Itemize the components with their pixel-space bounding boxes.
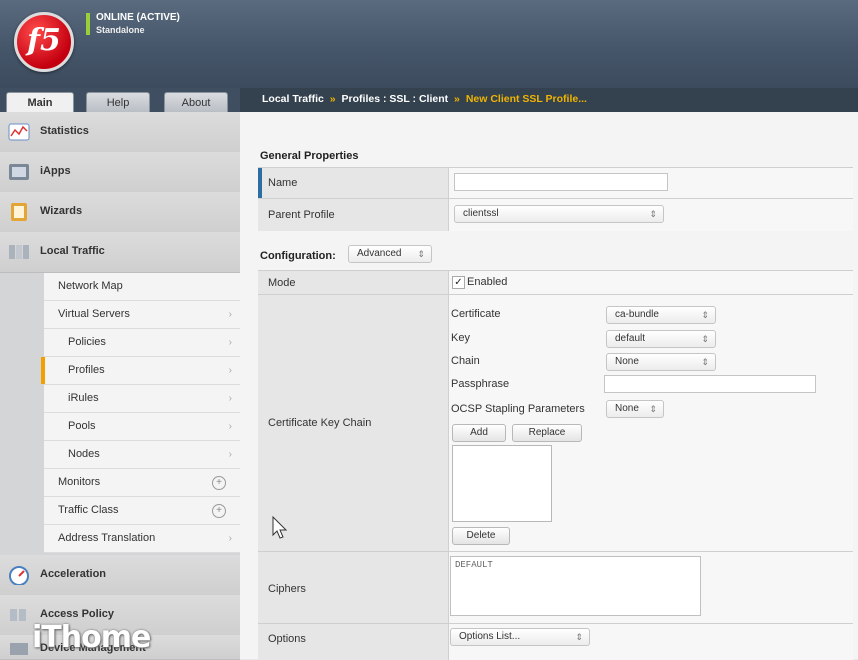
device-management-icon bbox=[10, 643, 28, 655]
sidebar-item-local-traffic[interactable]: Local Traffic bbox=[0, 232, 240, 273]
breadcrumb-current: New Client SSL Profile... bbox=[465, 93, 587, 105]
configuration-title: Configuration: bbox=[260, 250, 336, 262]
top-header: f5 ONLINE (ACTIVE) Standalone bbox=[0, 0, 858, 88]
key-chain-list[interactable] bbox=[452, 445, 552, 522]
select-arrows-icon: ⇕ bbox=[701, 334, 709, 344]
ocsp-label: OCSP Stapling Parameters bbox=[451, 403, 585, 415]
sidebar-item-monitors[interactable]: Monitors + bbox=[44, 469, 240, 497]
sidebar-item-nodes[interactable]: Nodes › bbox=[44, 441, 240, 469]
sidebar-item-address-translation[interactable]: Address Translation › bbox=[44, 525, 240, 553]
acceleration-icon bbox=[9, 566, 29, 585]
ciphers-label: Ciphers bbox=[268, 583, 306, 595]
certificate-key-chain-row: Certificate Key Chain bbox=[258, 294, 853, 552]
key-select[interactable]: default ⇕ bbox=[606, 330, 716, 348]
options-label: Options bbox=[268, 633, 306, 645]
statistics-icon bbox=[8, 123, 30, 141]
certificate-select[interactable]: ca-bundle ⇕ bbox=[606, 306, 716, 324]
certificate-label: Certificate bbox=[451, 308, 501, 320]
ciphers-textarea[interactable]: DEFAULT bbox=[450, 556, 701, 616]
select-arrows-icon: ⇕ bbox=[701, 310, 709, 320]
chevron-right-icon: › bbox=[228, 365, 232, 376]
add-icon[interactable]: + bbox=[212, 504, 226, 518]
chevron-right-icon: › bbox=[228, 533, 232, 544]
sidebar-item-traffic-class[interactable]: Traffic Class + bbox=[44, 497, 240, 525]
replace-button[interactable]: Replace bbox=[512, 424, 582, 442]
chevron-right-icon: › bbox=[228, 421, 232, 432]
wizards-icon bbox=[11, 203, 27, 221]
select-arrows-icon: ⇕ bbox=[417, 249, 425, 259]
select-arrows-icon: ⇕ bbox=[575, 632, 583, 642]
sidebar-item-network-map[interactable]: Network Map bbox=[44, 273, 240, 301]
watermark: iThome bbox=[32, 620, 151, 655]
add-icon[interactable]: + bbox=[212, 476, 226, 490]
f5-logo: f5 bbox=[14, 12, 74, 72]
delete-button[interactable]: Delete bbox=[452, 527, 510, 545]
chevron-right-icon: › bbox=[228, 449, 232, 460]
mouse-cursor-icon bbox=[272, 516, 288, 539]
sidebar-item-iapps[interactable]: iApps bbox=[0, 152, 240, 193]
sidebar-item-wizards[interactable]: Wizards bbox=[0, 192, 240, 233]
passphrase-input[interactable] bbox=[604, 375, 816, 393]
mode-row: Mode bbox=[258, 270, 853, 295]
mode-enabled-label: Enabled bbox=[467, 276, 508, 288]
select-arrows-icon: ⇕ bbox=[649, 209, 657, 219]
key-label: Key bbox=[451, 332, 470, 344]
add-button[interactable]: Add bbox=[452, 424, 506, 442]
breadcrumb: Local Traffic » Profiles : SSL : Client … bbox=[262, 93, 587, 105]
chevron-right-icon: › bbox=[228, 309, 232, 320]
certificate-key-chain-label: Certificate Key Chain bbox=[268, 417, 372, 429]
sidebar-item-statistics[interactable]: Statistics bbox=[0, 112, 240, 153]
chain-select[interactable]: None ⇕ bbox=[606, 353, 716, 371]
required-marker bbox=[258, 168, 262, 199]
sidebar-item-profiles[interactable]: Profiles › bbox=[41, 357, 240, 385]
device-status: ONLINE (ACTIVE) bbox=[96, 12, 180, 23]
sidebar-item-irules[interactable]: iRules › bbox=[44, 385, 240, 413]
configuration-level-select[interactable]: Advanced ⇕ bbox=[348, 245, 432, 263]
chevron-right-icon: › bbox=[228, 393, 232, 404]
mode-enabled-checkbox[interactable]: ✓ bbox=[452, 276, 465, 289]
sidebar-item-pools[interactable]: Pools › bbox=[44, 413, 240, 441]
breadcrumb-local-traffic[interactable]: Local Traffic bbox=[262, 93, 324, 105]
breadcrumb-profiles[interactable]: Profiles : SSL : Client bbox=[342, 93, 449, 105]
parent-profile-select[interactable]: clientssl ⇕ bbox=[454, 205, 664, 223]
parent-profile-label: Parent Profile bbox=[268, 209, 335, 221]
sidebar-item-virtual-servers[interactable]: Virtual Servers › bbox=[44, 301, 240, 329]
tab-about[interactable]: About bbox=[164, 92, 228, 113]
tab-main[interactable]: Main bbox=[6, 92, 74, 113]
device-mode: Standalone bbox=[96, 25, 145, 35]
name-input[interactable] bbox=[454, 173, 668, 191]
passphrase-label: Passphrase bbox=[451, 378, 510, 390]
mode-label: Mode bbox=[268, 277, 296, 289]
iapps-icon bbox=[9, 164, 29, 180]
general-properties-title: General Properties bbox=[260, 150, 359, 162]
chevron-right-icon: › bbox=[228, 337, 232, 348]
tab-help[interactable]: Help bbox=[86, 92, 150, 113]
ocsp-select[interactable]: None ⇕ bbox=[606, 400, 664, 418]
local-traffic-icon bbox=[9, 245, 29, 259]
sidebar-item-policies[interactable]: Policies › bbox=[44, 329, 240, 357]
main-tabs: Main Help About bbox=[0, 88, 240, 113]
options-select[interactable]: Options List... ⇕ bbox=[450, 628, 590, 646]
name-label: Name bbox=[268, 177, 298, 189]
status-indicator bbox=[86, 13, 90, 35]
sidebar-item-acceleration[interactable]: Acceleration bbox=[0, 555, 240, 596]
select-arrows-icon: ⇕ bbox=[701, 357, 709, 367]
access-policy-icon bbox=[10, 609, 26, 621]
chain-label: Chain bbox=[451, 355, 480, 367]
select-arrows-icon: ⇕ bbox=[649, 404, 657, 414]
local-traffic-submenu: Network Map Virtual Servers › Policies › P… bbox=[41, 273, 240, 553]
